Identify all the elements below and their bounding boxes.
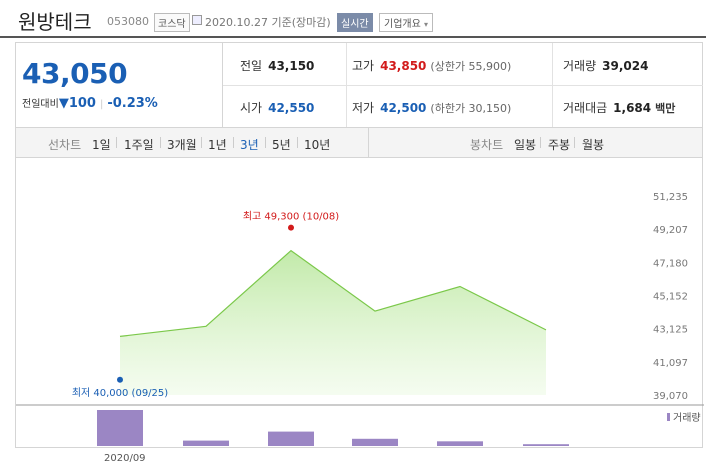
compare-label: 전일대비 <box>22 99 59 110</box>
down-arrow-icon: ▼ <box>58 96 69 111</box>
volume-bar <box>523 444 569 446</box>
max-price-marker <box>288 224 294 231</box>
base-date: 2020.10.27 기준(장마감) <box>205 16 331 29</box>
divider <box>368 128 369 158</box>
chevron-down-icon: ▾ <box>424 20 429 29</box>
volume-bar <box>183 440 229 446</box>
volume-legend-label: 거래량 <box>673 412 701 424</box>
divider <box>233 137 234 148</box>
volume: 거래량 39,024 <box>563 57 648 74</box>
divider <box>201 137 202 148</box>
volume-bar <box>97 410 143 446</box>
lower-limit: (하한가 30,150) <box>430 102 512 115</box>
x-tick-label: 2020/09 <box>104 453 146 464</box>
y-tick-label: 51,235 <box>653 192 688 203</box>
upper-limit: (상한가 55,900) <box>430 60 512 73</box>
period-5y[interactable]: 5년 <box>272 136 291 153</box>
candle-monthly[interactable]: 월봉 <box>582 136 604 153</box>
company-info-label: 기업개요 <box>384 19 421 30</box>
period-1d[interactable]: 1일 <box>92 136 111 153</box>
amount-label: 거래대금 <box>563 101 608 115</box>
price-chart-svg: 51,235 49,207 47,180 45,152 43,125 41,097 39,0… <box>16 192 704 446</box>
volume-value: 39,024 <box>602 59 649 73</box>
period-1y[interactable]: 1년 <box>208 136 227 153</box>
min-price-annotation: 최저 40,000 (09/25) <box>72 387 168 399</box>
divider <box>574 137 575 148</box>
prev-close-value: 43,150 <box>268 59 315 73</box>
open-label: 시가 <box>240 101 263 115</box>
price-area <box>120 250 546 395</box>
current-price-box: 43,050 전일대비▼100 | -0.23% <box>16 43 223 127</box>
volume-label: 거래량 <box>563 59 597 73</box>
volume-bar <box>437 441 483 446</box>
open-price: 시가 42,550 <box>240 99 314 116</box>
period-3y[interactable]: 3년 <box>240 136 259 153</box>
divider <box>297 137 298 148</box>
high-price: 고가 43,850 (상한가 55,900) <box>352 57 511 74</box>
period-bar: 선차트 1일 1주일 3개월 1년 3년 5년 10년 봉차트 일봉 주봉 월봉 <box>15 128 703 158</box>
y-tick-label: 41,097 <box>653 358 688 369</box>
candle-weekly[interactable]: 주봉 <box>548 136 570 153</box>
price-change: 전일대비▼100 | -0.23% <box>22 95 158 111</box>
max-price-annotation: 최고 49,300 (10/08) <box>243 211 339 223</box>
calendar-icon <box>192 15 202 25</box>
volume-legend-swatch <box>667 413 670 421</box>
y-tick-label: 39,070 <box>653 391 688 402</box>
divider: | <box>99 99 104 110</box>
period-1w[interactable]: 1주일 <box>124 136 154 153</box>
divider <box>552 43 553 127</box>
company-info-dropdown[interactable]: 기업개요 ▾ <box>379 13 434 32</box>
stock-code: 053080 <box>107 15 149 28</box>
y-tick-label: 43,125 <box>653 325 688 336</box>
low-price: 저가 42,500 (하한가 30,150) <box>352 99 511 116</box>
period-10y[interactable]: 10년 <box>304 136 330 153</box>
volume-bar <box>352 438 398 446</box>
amount-value: 1,684 <box>613 101 652 115</box>
amount-unit: 백만 <box>655 102 676 115</box>
realtime-button[interactable]: 실시간 <box>337 13 373 32</box>
change-percent: -0.23% <box>107 96 158 111</box>
high-label: 고가 <box>352 59 375 73</box>
open-value: 42,550 <box>268 101 315 115</box>
divider <box>160 137 161 148</box>
divider <box>346 43 347 127</box>
y-tick-label: 49,207 <box>653 225 688 236</box>
divider <box>265 137 266 148</box>
trade-amount: 거래대금 1,684 백만 <box>563 99 675 116</box>
y-tick-label: 47,180 <box>653 258 688 269</box>
candle-daily[interactable]: 일봉 <box>514 136 536 153</box>
prev-close-label: 전일 <box>240 59 263 73</box>
line-chart-title: 선차트 <box>48 138 82 152</box>
divider <box>223 85 703 86</box>
low-value: 42,500 <box>380 101 427 115</box>
candle-chart-title: 봉차트 <box>470 138 504 152</box>
min-price-marker <box>117 376 123 383</box>
market-badge: 코스닥 <box>154 13 190 32</box>
change-amount: 100 <box>68 96 96 111</box>
divider <box>116 137 117 148</box>
prev-close: 전일 43,150 <box>240 57 314 74</box>
stock-header: 원방테크 053080 코스닥 2020.10.27 기준(장마감) 실시간 기… <box>0 0 706 38</box>
quote-panel: 43,050 전일대비▼100 | -0.23% 전일 43,150 고가 43,850… <box>15 42 703 128</box>
period-3m[interactable]: 3개월 <box>167 136 197 153</box>
current-price: 43,050 <box>22 57 128 90</box>
y-tick-label: 45,152 <box>653 292 688 303</box>
divider <box>540 137 541 148</box>
price-chart: 51,235 49,207 47,180 45,152 43,125 41,097 39,0… <box>15 158 704 448</box>
stock-name: 원방테크 <box>18 10 92 34</box>
low-label: 저가 <box>352 101 375 115</box>
volume-bar <box>268 431 314 446</box>
high-value: 43,850 <box>380 59 427 73</box>
